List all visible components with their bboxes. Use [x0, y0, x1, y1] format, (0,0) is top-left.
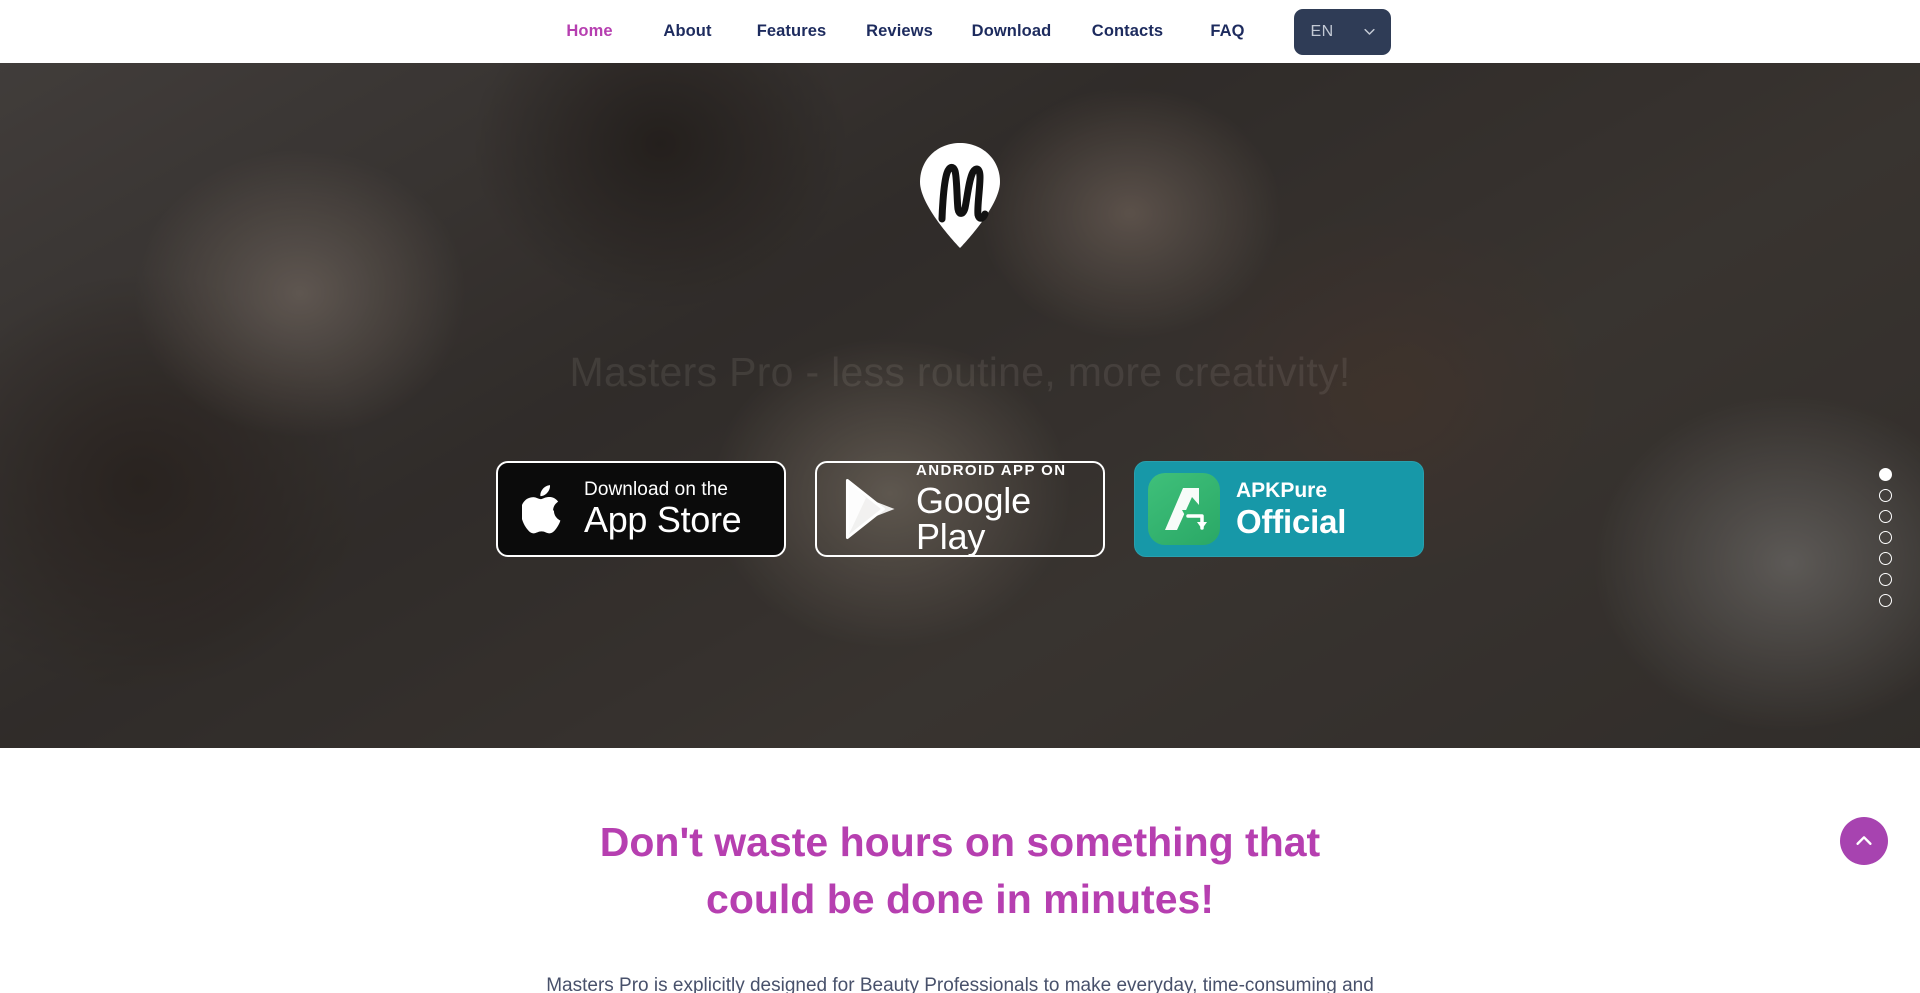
nav-item-home[interactable]: Home [566, 22, 612, 41]
hero-slider-dot[interactable] [1879, 552, 1892, 565]
hero-slider-dot[interactable] [1879, 468, 1892, 481]
apkpure-a-icon [1148, 473, 1220, 546]
app-store-badge-text: Download on the App Store [584, 479, 742, 541]
hero-slider-dot[interactable] [1879, 594, 1892, 607]
intro-title-line-1: Don't waste hours on something that [599, 819, 1321, 865]
hero-slider-dot[interactable] [1879, 510, 1892, 523]
store-badges-group: Download on the App Store ANDROID APP ON… [496, 461, 1424, 558]
intro-section-title: Don't waste hours on something that coul… [510, 814, 1410, 927]
hero-slider-dot[interactable] [1879, 573, 1892, 586]
intro-section: Don't waste hours on something that coul… [0, 748, 1920, 993]
apkpure-badge-text: APKPure Official [1236, 480, 1346, 538]
hero-slider-dot[interactable] [1879, 531, 1892, 544]
nav-slot-home: Home [542, 22, 638, 41]
nav-item-faq[interactable]: FAQ [1210, 22, 1244, 41]
hero-slider-dots [1879, 468, 1892, 607]
scroll-to-top-button[interactable] [1840, 817, 1888, 865]
hero-slider: Masters Pro - less routine, more creativ… [0, 63, 1920, 748]
chevron-up-icon [1853, 830, 1875, 852]
google-play-badge-small: ANDROID APP ON [916, 462, 1067, 480]
hero-slider-dot[interactable] [1879, 489, 1892, 502]
nav-item-reviews[interactable]: Reviews [866, 22, 933, 41]
apkpure-badge-small: APKPure [1236, 479, 1328, 503]
hero-content: Masters Pro - less routine, more creativ… [0, 63, 1920, 748]
nav-slot-about: About [638, 22, 738, 41]
nav-item-features[interactable]: Features [757, 22, 827, 41]
google-play-badge-big: Google Play [916, 480, 1031, 558]
intro-title-line-2: could be done in minutes! [706, 875, 1214, 922]
nav-item-download[interactable]: Download [972, 22, 1052, 41]
app-store-badge[interactable]: Download on the App Store [496, 461, 786, 558]
app-store-badge-small: Download on the [584, 479, 729, 501]
apkpure-badge[interactable]: APKPure Official [1134, 461, 1424, 558]
nav-slot-features: Features [738, 22, 846, 41]
apkpure-badge-big: Official [1236, 503, 1347, 541]
nav-slot-contacts: Contacts [1070, 22, 1186, 41]
nav-links-group: Home About Features Reviews Download Con… [542, 8, 1391, 55]
apple-logo-icon [522, 482, 567, 536]
nav-slot-reviews: Reviews [846, 22, 954, 41]
nav-item-contacts[interactable]: Contacts [1092, 22, 1163, 41]
masters-pro-pin-logo-icon [916, 63, 1004, 249]
hero-headline: Masters Pro - less routine, more creativ… [569, 349, 1351, 395]
google-play-badge[interactable]: ANDROID APP ON Google Play [815, 461, 1105, 558]
top-navigation-bar: Home About Features Reviews Download Con… [0, 0, 1920, 63]
app-store-badge-big: App Store [584, 499, 742, 541]
chevron-down-icon [1362, 24, 1377, 39]
nav-item-about[interactable]: About [663, 22, 711, 41]
google-play-badge-text: ANDROID APP ON Google Play [916, 463, 1103, 555]
language-selector-value: EN [1310, 22, 1334, 40]
nav-slot-faq: FAQ [1186, 22, 1270, 41]
google-play-triangle-icon [842, 478, 900, 540]
language-selector[interactable]: EN [1293, 8, 1391, 55]
nav-slot-download: Download [954, 22, 1070, 41]
intro-section-body: Masters Pro is explicitly designed for B… [546, 975, 1374, 993]
